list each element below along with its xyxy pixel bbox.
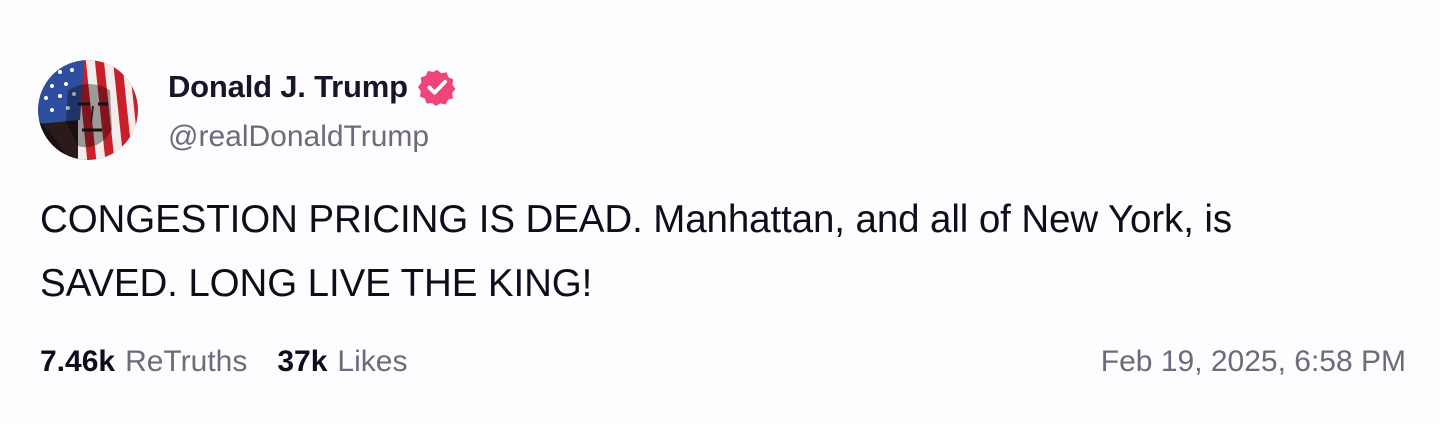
- author-display-name[interactable]: Donald J. Trump: [168, 69, 408, 105]
- post-text: CONGESTION PRICING IS DEAD. Manhattan, a…: [40, 188, 1410, 316]
- likes-count: 37k: [277, 345, 328, 378]
- flag-portrait-avatar-icon: [38, 60, 138, 160]
- truth-post: Donald J. Trump @realDonaldTrump CONGEST…: [0, 0, 1440, 424]
- post-text-line: SAVED. LONG LIVE THE KING!: [40, 262, 593, 305]
- retruths-label: ReTruths: [125, 345, 248, 378]
- post-footer: 7.46k ReTruths 37k Likes Feb 19, 2025, 6…: [40, 338, 1406, 386]
- author-name-row: Donald J. Trump: [168, 66, 456, 108]
- verified-badge-icon: [417, 68, 456, 106]
- author-handle[interactable]: @realDonaldTrump: [168, 120, 429, 154]
- avatar[interactable]: [38, 60, 138, 160]
- post-timestamp[interactable]: Feb 19, 2025, 6:58 PM: [1101, 345, 1406, 379]
- retruths-count: 7.46k: [40, 345, 116, 378]
- retruths-stat[interactable]: 7.46k ReTruths: [40, 345, 247, 379]
- post-text-line: CONGESTION PRICING IS DEAD. Manhattan, a…: [40, 198, 1233, 241]
- likes-stat[interactable]: 37k Likes: [277, 345, 407, 379]
- likes-label: Likes: [337, 345, 408, 378]
